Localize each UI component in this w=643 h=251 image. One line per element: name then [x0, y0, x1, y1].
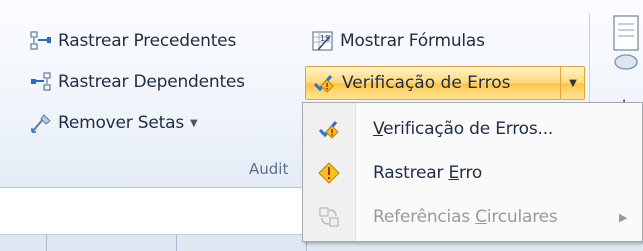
watch-window-icon[interactable]: [612, 14, 642, 74]
column-header[interactable]: [176, 235, 307, 251]
trace-dependents-icon: [31, 72, 51, 91]
menu-item-label: Referências Circulares: [373, 207, 558, 227]
error-checking-dropdown-arrow[interactable]: ▼: [560, 67, 585, 99]
menu-item-label: Verificação de Erros...: [373, 119, 554, 139]
trace-dependents-button[interactable]: Rastrear Dependentes: [30, 71, 245, 93]
error-checking-label: Verificação de Erros: [342, 73, 511, 93]
trace-precedents-label: Rastrear Precedentes: [58, 31, 237, 51]
column-header[interactable]: [46, 235, 177, 251]
error-checking-split-button[interactable]: Verificação de Erros ▼: [305, 66, 585, 100]
menu-item-label: Rastrear Erro: [373, 163, 483, 183]
trace-dependents-label: Rastrear Dependentes: [58, 72, 245, 92]
show-formulas-icon: 15: [312, 31, 333, 51]
submenu-arrow-icon: ▶: [619, 210, 628, 224]
remove-arrows-dropdown-icon[interactable]: ▼: [190, 118, 198, 129]
show-formulas-button[interactable]: 15 Mostrar Fórmulas: [312, 30, 485, 52]
show-formulas-label: Mostrar Fórmulas: [340, 31, 485, 51]
trace-precedents-button[interactable]: Rastrear Precedentes: [30, 30, 236, 52]
menu-item-circular-references[interactable]: Referências Circulares ▶: [303, 195, 643, 239]
trace-error-icon: [318, 162, 340, 184]
trace-precedents-icon: [30, 31, 51, 50]
remove-arrows-button[interactable]: Remover Setas ▼: [30, 112, 198, 134]
menu-item-trace-error[interactable]: Rastrear Erro: [303, 151, 643, 195]
error-checking-menu: Verificação de Erros... Rastrear Erro Re…: [302, 102, 643, 242]
menu-item-error-checking[interactable]: Verificação de Erros...: [303, 107, 643, 151]
circular-references-icon: [319, 207, 339, 227]
chevron-down-icon: ▼: [569, 77, 577, 89]
error-check-icon: [313, 75, 334, 93]
column-header[interactable]: [0, 235, 47, 251]
remove-arrows-label: Remover Setas: [58, 113, 184, 133]
remove-arrows-icon: [31, 114, 51, 133]
error-checking-button[interactable]: Verificação de Erros: [306, 67, 560, 99]
error-check-icon: [318, 121, 339, 139]
group-label: Audit: [249, 160, 289, 178]
